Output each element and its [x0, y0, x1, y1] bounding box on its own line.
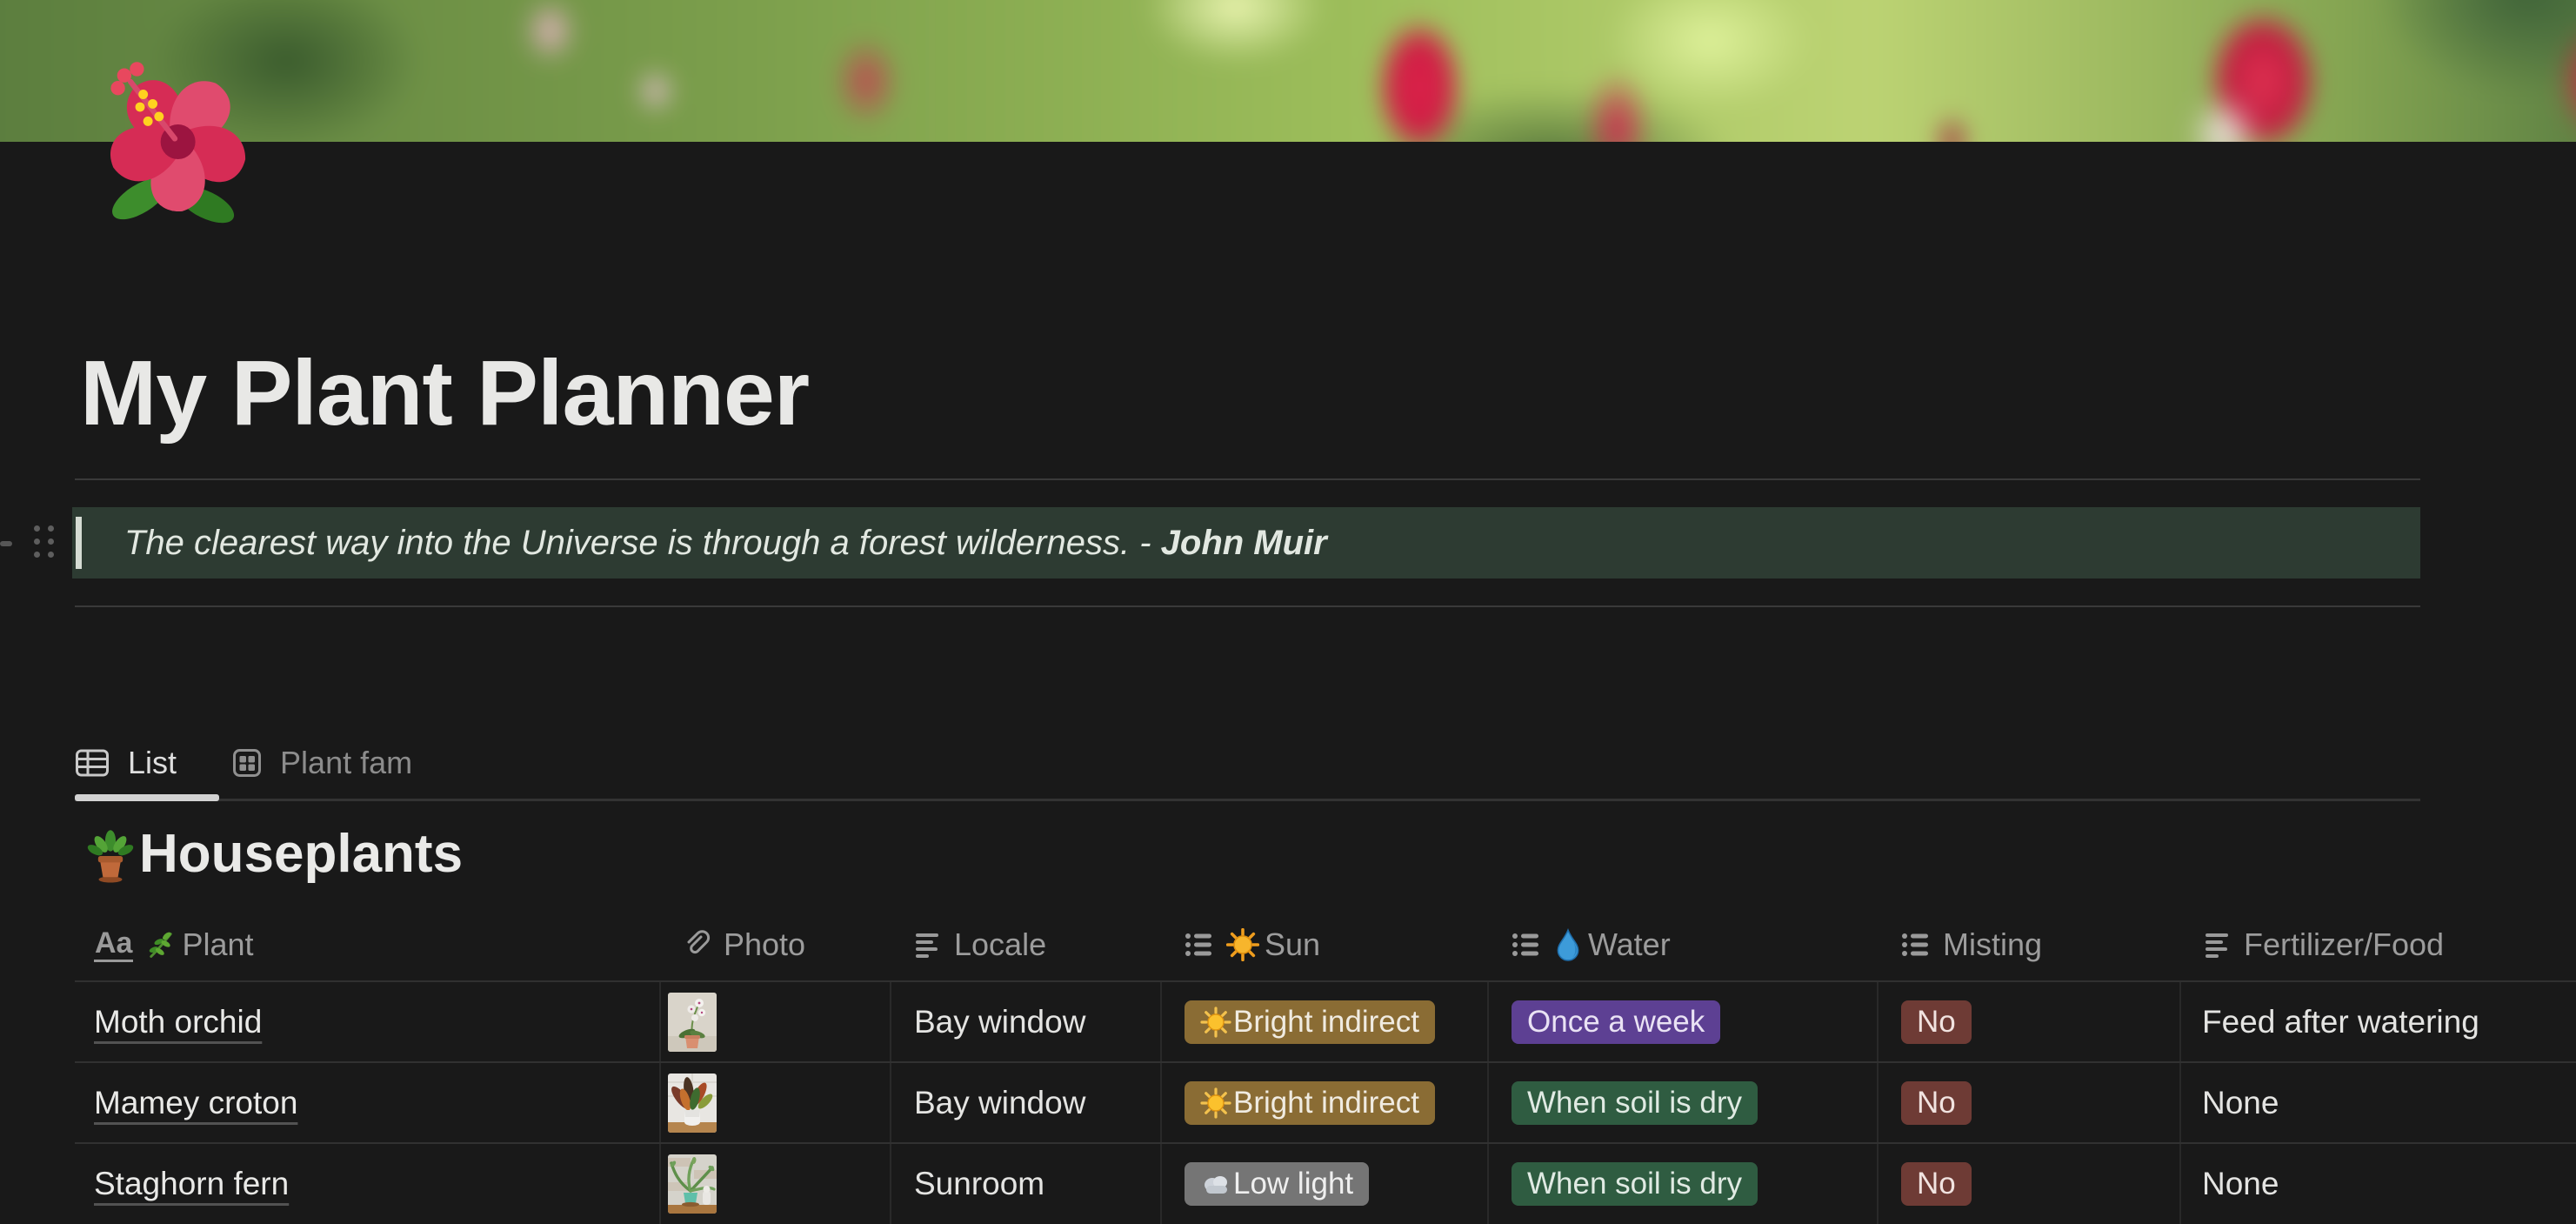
column-label: Locale [954, 926, 1047, 962]
column-header-misting[interactable]: Misting [1879, 909, 2181, 980]
tab-list-label: List [128, 745, 177, 780]
cell-misting[interactable]: No [1879, 1063, 2181, 1142]
column-header-fertilizer[interactable]: Fertilizer/Food [2181, 909, 2576, 980]
left-edge-dash [0, 541, 12, 546]
divider [75, 478, 2420, 480]
text-lines-icon [916, 933, 938, 958]
cell-water[interactable]: Once a week [1489, 982, 1879, 1061]
page-link-staghorn-fern[interactable]: Staghorn fern [94, 1166, 289, 1202]
table-header-row: Aa Plant Photo Locale Sun Water Misting … [75, 909, 2576, 982]
table-row-mamey-croton: Mamey croton Bay window Bright indirect … [75, 1063, 2576, 1144]
board-view-icon [233, 749, 262, 777]
cell-locale[interactable]: Bay window [891, 1063, 1162, 1142]
tag-no[interactable]: No [1901, 1000, 1972, 1044]
houseplants-table: Aa Plant Photo Locale Sun Water Misting … [0, 909, 2576, 1224]
tag-no[interactable]: No [1901, 1080, 1972, 1125]
database-title[interactable]: Houseplants [87, 824, 464, 884]
select-list-icon [1512, 933, 1538, 956]
tag-when-soil-is-dry[interactable]: When soil is dry [1512, 1080, 1758, 1125]
column-header-water[interactable]: Water [1489, 909, 1879, 980]
quote-body: The clearest way into the Universe is th… [124, 523, 1131, 562]
droplet-icon [1553, 928, 1583, 961]
tab-plant-fam[interactable]: Plant fam [232, 745, 412, 781]
column-label: Photo [724, 926, 806, 962]
garden-photo [0, 0, 2576, 142]
cell-sun[interactable]: Low light [1162, 1144, 1489, 1224]
cell-water[interactable]: When soil is dry [1489, 1063, 1879, 1142]
tab-list[interactable]: List [75, 745, 177, 781]
cell-plant[interactable]: Staghorn fern [75, 1144, 661, 1224]
cell-fertilizer[interactable]: Feed after watering [2181, 982, 2576, 1061]
cell-water[interactable]: When soil is dry [1489, 1144, 1879, 1224]
database-title-text: Houseplants [139, 824, 464, 884]
quote-left-bar [76, 517, 82, 569]
divider [75, 605, 2420, 607]
tab-plant-fam-label: Plant fam [280, 745, 413, 780]
fern-photo-thumbnail[interactable] [668, 1154, 717, 1214]
orchid-photo-thumbnail[interactable] [668, 992, 717, 1052]
cell-sun[interactable]: Bright indirect [1162, 1063, 1489, 1142]
tag-low-light[interactable]: Low light [1185, 1162, 1370, 1206]
cell-misting[interactable]: No [1879, 1144, 2181, 1224]
column-header-sun[interactable]: Sun [1162, 909, 1489, 980]
tag-once-a-week[interactable]: Once a week [1512, 1000, 1721, 1044]
herb-leaf-icon [145, 929, 177, 960]
tag-bright-indirect[interactable]: Bright indirect [1185, 1000, 1435, 1044]
drag-handle-icon[interactable] [34, 525, 55, 562]
cell-locale[interactable]: Sunroom [891, 1144, 1162, 1224]
cell-sun[interactable]: Bright indirect [1162, 982, 1489, 1061]
table-row-staghorn-fern: Staghorn fern Sunroom Low light When soi… [75, 1144, 2576, 1224]
text-lines-icon [2206, 933, 2228, 958]
cell-locale[interactable]: Bay window [891, 982, 1162, 1061]
sun-icon [1200, 1087, 1231, 1119]
select-list-icon [1902, 933, 1928, 956]
page-cover-image [0, 0, 2576, 142]
column-header-plant[interactable]: Aa Plant [75, 909, 661, 980]
page-link-mamey-croton[interactable]: Mamey croton [94, 1085, 297, 1121]
cell-plant[interactable]: Moth orchid [75, 982, 661, 1061]
column-label: Water [1588, 926, 1671, 962]
table-view-icon [76, 749, 109, 777]
tabs-bottom-border [75, 799, 2420, 801]
page-title[interactable]: My Plant Planner [80, 341, 810, 446]
quote-text: The clearest way into the Universe is th… [124, 523, 1327, 562]
cell-photo[interactable] [661, 1144, 891, 1224]
cell-photo[interactable] [661, 1063, 891, 1142]
cell-fertilizer[interactable]: None [2181, 1144, 2576, 1224]
table-row-moth-orchid: Moth orchid Bay window Bright indirect O… [75, 982, 2576, 1063]
sun-icon [1200, 1006, 1231, 1038]
column-label: Plant [182, 926, 254, 962]
tag-when-soil-is-dry[interactable]: When soil is dry [1512, 1162, 1758, 1206]
select-list-icon [1185, 933, 1211, 956]
quote-author: John Muir [1160, 523, 1327, 562]
cell-photo[interactable] [661, 982, 891, 1061]
column-label: Sun [1265, 926, 1321, 962]
page-link-moth-orchid[interactable]: Moth orchid [94, 1004, 262, 1040]
cell-misting[interactable]: No [1879, 982, 2181, 1061]
tag-no[interactable]: No [1901, 1162, 1972, 1206]
paperclip-icon [687, 930, 711, 954]
column-label: Fertilizer/Food [2244, 926, 2445, 962]
tag-bright-indirect[interactable]: Bright indirect [1185, 1080, 1435, 1125]
title-property-icon: Aa [94, 928, 134, 962]
sun-icon [1226, 928, 1259, 961]
column-header-locale[interactable]: Locale [891, 909, 1162, 980]
croton-photo-thumbnail[interactable] [668, 1073, 717, 1133]
hibiscus-icon [110, 62, 246, 224]
column-label: Misting [1943, 926, 2043, 962]
quote-block[interactable]: The clearest way into the Universe is th… [72, 507, 2420, 579]
cloud-icon [1205, 1176, 1227, 1194]
potted-plant-icon [87, 830, 134, 883]
view-tabs: List Plant fam [75, 729, 412, 797]
cell-fertilizer[interactable]: None [2181, 1063, 2576, 1142]
column-header-photo[interactable]: Photo [661, 909, 891, 980]
page-icon-hibiscus[interactable] [80, 47, 270, 237]
cell-plant[interactable]: Mamey croton [75, 1063, 661, 1142]
active-tab-underline [75, 794, 219, 801]
